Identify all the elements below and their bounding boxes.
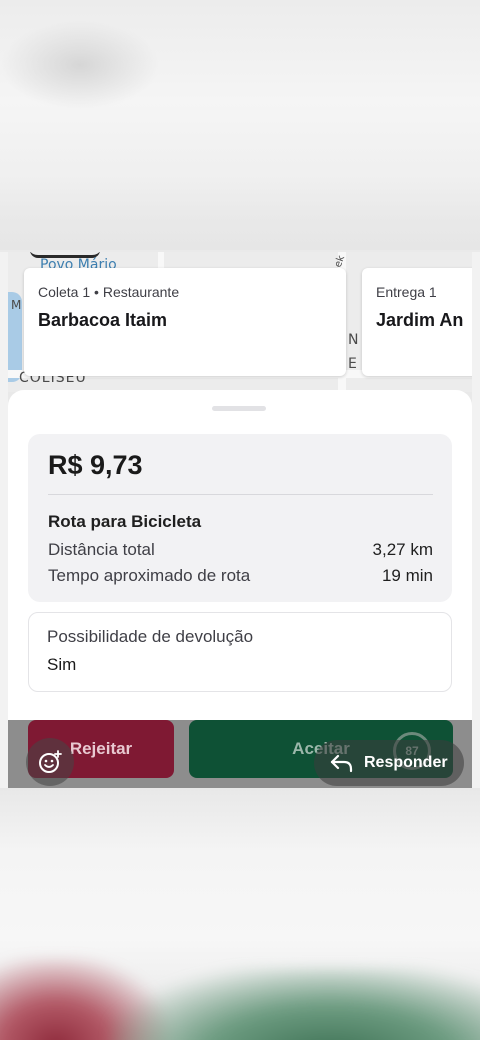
offer-sheet: R$ 9,73 Rota para Bicicleta Distância to… [8,390,472,720]
pickup-name: Barbacoa Itaim [38,310,168,330]
blurred-background-top [0,0,480,252]
return-box: Possibilidade de devolução Sim [28,612,452,692]
map-label-e: E [348,356,357,372]
dropoff-kicker: Entrega 1 [376,284,437,300]
offer-summary: R$ 9,73 Rota para Bicicleta Distância to… [28,434,452,602]
distance-label: Distância total [48,540,155,559]
drag-handle[interactable] [212,406,266,411]
dropoff-name: Jardim An [376,310,464,330]
time-value: 19 min [381,566,433,585]
reject-label: Rejeitar [69,739,133,758]
distance-value: 3,27 km [372,540,433,559]
sticker-emoji-button[interactable] [26,738,74,786]
blur-green-shape [110,968,480,1040]
map-label-m: M [11,298,22,312]
pickup-card[interactable]: Coleta 1 • Restaurante Barbacoa Itaim [24,268,346,376]
pickup-category: Restaurante [102,284,180,300]
blurred-background-bottom [0,788,480,1040]
dropoff-card[interactable]: Entrega 1 Jardim An [362,268,472,376]
sticker-emoji-icon [39,750,62,773]
route-title: Rota para Bicicleta [48,512,202,531]
distance-row: Distância total 3,27 km [48,540,433,560]
reply-arrow-icon [330,754,353,773]
map-label-n: N [348,332,359,348]
return-value: Sim [47,655,77,674]
pickup-kicker: Coleta 1 • Restaurante [38,284,332,300]
time-row: Tempo aproximado de rota 19 min [48,566,433,586]
pickup-type: Coleta 1 [38,284,91,300]
screenshot-frame: Povo Mário M COLISEU N E ek Coleta 1 • R… [8,252,472,788]
kicker-separator: • [94,284,99,300]
time-label: Tempo aproximado de rota [48,566,251,585]
map: Povo Mário M COLISEU N E ek Coleta 1 • R… [8,252,472,392]
reply-button[interactable]: Responder [314,740,464,786]
offer-price: R$ 9,73 [48,450,143,480]
return-label: Possibilidade de devolução [47,627,254,646]
reply-label: Responder [364,754,448,771]
divider [48,494,433,495]
